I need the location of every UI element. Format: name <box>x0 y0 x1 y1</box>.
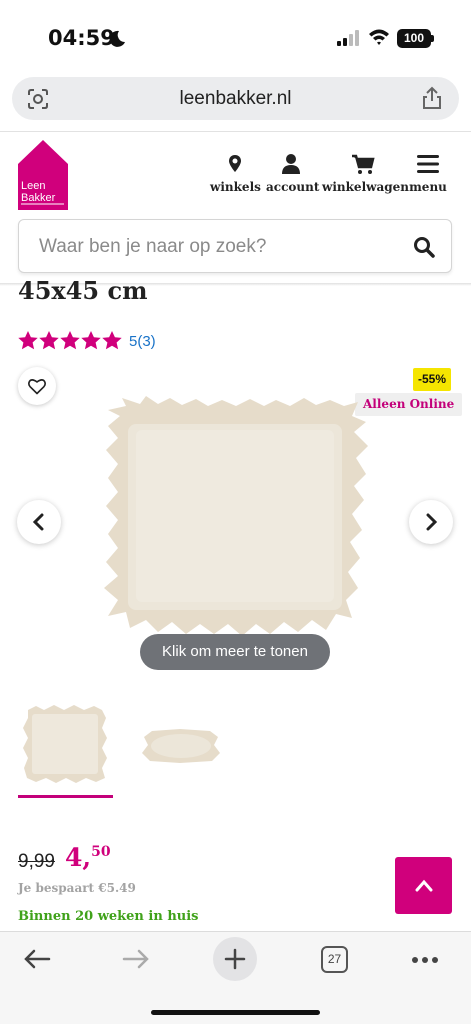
old-price: 9,99 <box>18 851 55 872</box>
cart-icon <box>352 154 375 174</box>
back-to-top-button[interactable] <box>395 857 452 914</box>
back-arrow-icon[interactable] <box>22 948 52 970</box>
previous-image-button[interactable] <box>17 500 61 544</box>
delivery-text: Binnen 20 weken in huis <box>18 909 199 924</box>
nav-label-winkelwagen: winkelwagen <box>322 180 409 194</box>
logo-line-2: Bakker <box>21 192 56 204</box>
new-price: 4,50 <box>65 843 111 872</box>
star-icon <box>81 331 101 350</box>
nav-label-menu: menu <box>409 180 447 194</box>
star-icon <box>60 331 80 350</box>
heart-icon <box>28 379 46 395</box>
user-icon <box>282 154 300 174</box>
nav-menu[interactable]: menu <box>409 152 447 194</box>
next-image-button[interactable] <box>409 500 453 544</box>
new-price-integer: 4, <box>65 843 92 872</box>
chevron-up-icon <box>415 879 433 892</box>
star-icon <box>18 331 38 350</box>
new-price-decimals: 50 <box>91 844 111 860</box>
favorite-button[interactable] <box>18 367 56 405</box>
discount-badge: -55% <box>413 368 452 391</box>
product-image[interactable] <box>100 396 372 638</box>
status-bar: 04:59 100 <box>0 0 471 76</box>
forward-arrow-icon[interactable] <box>121 948 151 970</box>
show-more-button[interactable]: Klik om meer te tonen <box>140 634 330 670</box>
logo-text: Leen Bakker <box>21 180 55 204</box>
search-icon[interactable] <box>413 236 435 258</box>
home-indicator <box>151 1010 320 1015</box>
search-input[interactable]: Waar ben je naar op zoek? <box>18 219 452 273</box>
nav-winkelwagen[interactable]: winkelwagen <box>322 152 409 194</box>
nav-label-account: account <box>266 180 320 194</box>
wifi-icon <box>369 29 389 45</box>
divider <box>0 131 471 132</box>
nav-account[interactable]: account <box>266 152 320 194</box>
battery-indicator: 100 <box>397 29 431 48</box>
rating-link[interactable]: 5(3) <box>129 333 156 350</box>
thumbnail-side[interactable] <box>140 727 222 765</box>
chevron-left-icon <box>32 513 44 531</box>
hamburger-icon <box>417 155 439 173</box>
nav-winkels[interactable]: winkels <box>210 152 261 194</box>
savings-text: Je bespaart €5.49 <box>18 881 136 895</box>
product-title: 45x45 cm <box>18 276 148 305</box>
search-placeholder: Waar ben je naar op zoek? <box>39 236 267 257</box>
nav-label-winkels: winkels <box>210 180 261 194</box>
signal-icon <box>337 30 359 46</box>
battery-tip <box>431 35 434 42</box>
url-text[interactable]: leenbakker.nl <box>12 88 459 110</box>
star-icon <box>102 331 122 350</box>
moon-icon <box>109 30 125 47</box>
chevron-right-icon <box>426 513 438 531</box>
tabs-button[interactable]: 27 <box>321 946 348 973</box>
plus-icon <box>224 948 246 970</box>
more-options-icon[interactable] <box>411 956 439 964</box>
logo-line-1: Leen <box>21 180 46 192</box>
new-tab-button[interactable] <box>213 937 257 981</box>
address-bar[interactable]: leenbakker.nl <box>12 77 459 120</box>
thumbnail-front[interactable] <box>22 704 108 784</box>
star-icon <box>39 331 59 350</box>
status-time: 04:59 <box>48 26 115 50</box>
share-icon[interactable] <box>421 86 443 110</box>
thumbnail-active-indicator <box>18 795 113 798</box>
location-pin-icon <box>229 155 241 172</box>
rating-stars <box>18 331 123 350</box>
